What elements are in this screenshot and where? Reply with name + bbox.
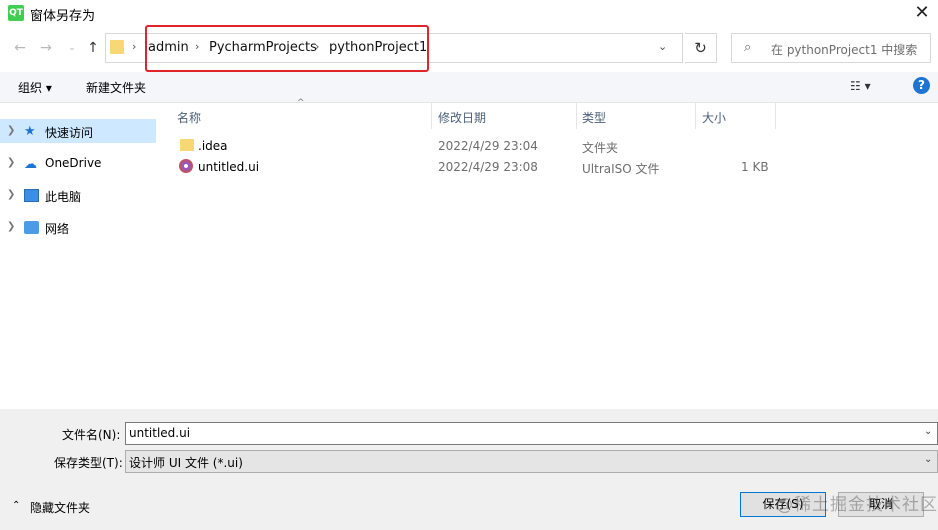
network-icon [24,221,39,234]
filename-value[interactable]: untitled.ui [129,426,190,440]
filetype-label: 保存类型(T): [54,456,123,470]
chevron-down-icon[interactable]: ⌄ [924,454,932,465]
file-type: UltraISO 文件 [582,162,660,176]
filetype-select[interactable] [125,450,938,473]
column-header-date[interactable]: 修改日期 [438,109,486,126]
folder-icon [110,40,124,54]
file-name[interactable]: untitled.ui [198,160,259,174]
file-type: 文件夹 [582,141,619,155]
file-date: 2022/4/29 23:08 [438,160,538,174]
chevron-right-icon[interactable]: ❯ [7,157,15,168]
column-divider[interactable] [775,103,776,129]
column-divider[interactable] [431,103,432,129]
column-header-size[interactable]: 大小 [702,109,726,126]
forward-arrow-icon[interactable]: → [36,38,56,58]
sidebar-item-onedrive[interactable]: OneDrive [45,156,101,170]
filename-input[interactable] [125,422,938,445]
new-folder-button[interactable]: 新建文件夹 [86,79,146,96]
view-options-icon[interactable]: ☷ ▾ [850,79,871,93]
folder-icon [180,139,194,151]
chevron-right-icon[interactable]: ❯ [7,221,15,232]
column-divider[interactable] [695,103,696,129]
chevron-right-icon[interactable]: ❯ [7,189,15,200]
qt-app-icon: QT [8,5,24,21]
navigation-pane [0,103,165,409]
chevron-right-icon[interactable]: ❯ [7,125,15,136]
disc-file-icon [179,159,193,173]
watermark: @稀土掘金技术社区 [776,495,938,515]
chevron-down-icon[interactable]: ⌄ [658,40,667,53]
help-icon[interactable]: ? [913,77,930,94]
refresh-icon[interactable]: ↻ [685,33,717,63]
file-size: 1 KB [741,160,769,174]
sidebar-item-this-pc[interactable]: 此电脑 [45,188,81,205]
organize-button[interactable]: 组织 ▾ [18,79,52,96]
search-icon: ⌕ [744,40,752,55]
star-icon: ★ [24,124,36,139]
column-divider[interactable] [576,103,577,129]
hide-folders-toggle[interactable]: 隐藏文件夹 [30,499,90,516]
filename-label: 文件名(N): [62,428,121,442]
column-header-type[interactable]: 类型 [582,109,606,126]
file-date: 2022/4/29 23:04 [438,139,538,153]
sidebar-item-label: 快速访问 [45,126,94,140]
chevron-right-icon: › [132,40,137,53]
annotation-highlight-box [145,25,429,72]
title-bar [0,0,938,28]
computer-icon [24,189,39,202]
back-arrow-icon[interactable]: ← [10,38,30,58]
search-placeholder: 在 pythonProject1 中搜索 [771,43,918,57]
sort-up-icon: ^ [297,98,305,108]
file-name[interactable]: .idea [198,139,228,153]
chevron-down-icon[interactable]: ⌄ [924,426,932,437]
chevron-up-icon[interactable]: ⌃ [12,500,20,511]
sidebar-item-network[interactable]: 网络 [45,220,69,237]
window-title: 窗体另存为 [30,9,96,24]
filetype-value[interactable]: 设计师 UI 文件 (*.ui) [129,454,243,471]
up-arrow-icon[interactable]: ↑ [83,38,103,58]
close-icon[interactable]: ✕ [908,2,936,26]
cloud-icon: ☁ [24,157,37,172]
column-header-name[interactable]: 名称 [177,109,201,126]
recent-dropdown-icon[interactable]: ⌄ [62,38,82,58]
